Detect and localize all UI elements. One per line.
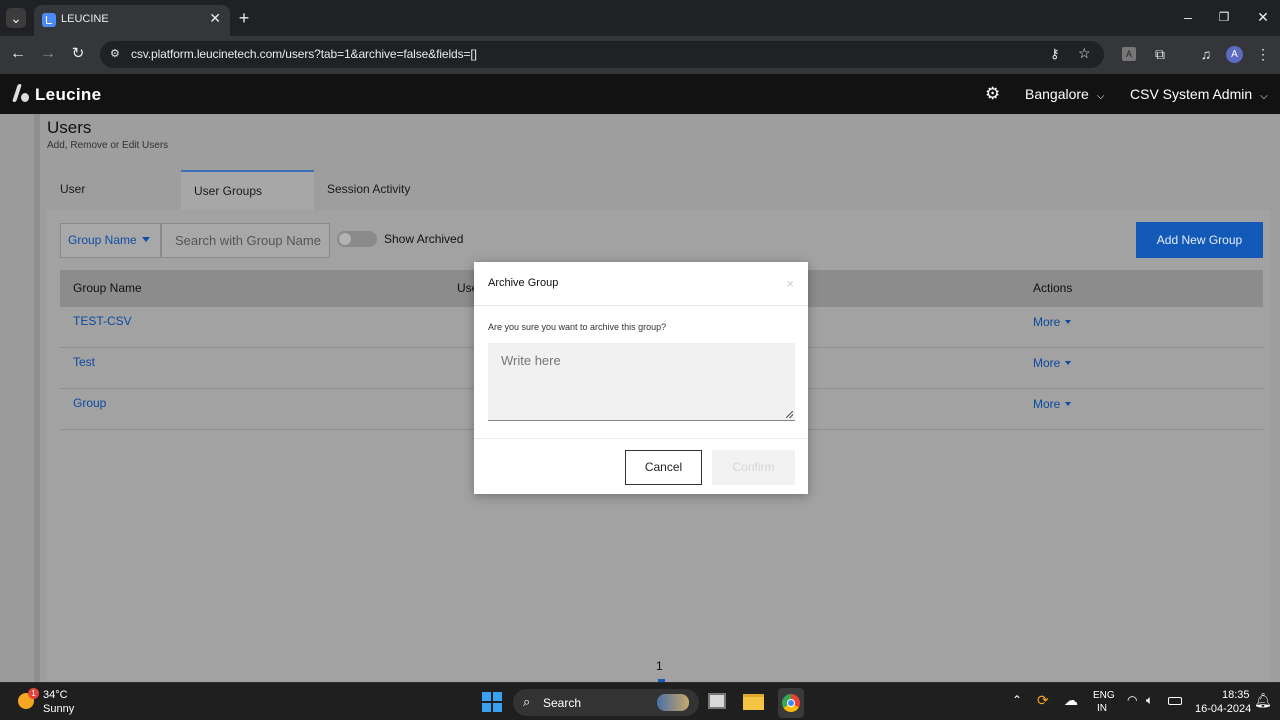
onedrive-cloud-icon[interactable]: ☁ [1064, 692, 1078, 709]
location-selector[interactable]: Bangalore ⌵ [1025, 86, 1104, 102]
group-name-link[interactable]: Group [73, 396, 106, 410]
clock-date[interactable]: 16-04-2024 [1195, 703, 1251, 715]
group-search-input[interactable]: Search with Group Name [161, 223, 330, 258]
restore-window-icon[interactable]: ❐ [1214, 7, 1234, 27]
password-key-icon[interactable]: ⚷ [1050, 46, 1060, 62]
chevron-down-icon: ⌵ [1096, 91, 1105, 102]
user-name-label: CSV System Admin [1130, 86, 1253, 102]
cancel-button[interactable]: Cancel [625, 450, 702, 485]
weather-badge: 1 [28, 688, 39, 699]
url-text: csv.platform.leucinetech.com/users?tab=1… [131, 47, 477, 61]
wifi-icon[interactable]: ◠ [1127, 693, 1137, 707]
show-archived-label: Show Archived [384, 232, 464, 246]
group-name-link[interactable]: TEST-CSV [73, 314, 132, 328]
new-tab-icon[interactable]: + [234, 8, 254, 28]
taskbar-search-box[interactable]: ⌕ Search [513, 689, 699, 716]
language-indicator-line1[interactable]: ENG [1093, 690, 1115, 701]
site-info-icon[interactable]: ⚙ [110, 47, 120, 60]
translate-extension-icon[interactable]: A [1122, 47, 1136, 61]
chrome-icon-center [787, 699, 795, 707]
tab-search-dropdown-icon[interactable]: ⌄ [6, 8, 26, 28]
tab-session-activity[interactable]: Session Activity [314, 170, 454, 210]
minimize-window-icon[interactable]: – [1178, 7, 1198, 27]
side-nav-collapsed [0, 114, 40, 682]
archive-group-modal: Archive Group × Are you sure you want to… [474, 262, 808, 494]
textarea-placeholder: Write here [501, 353, 561, 368]
sync-icon[interactable]: ⟳ [1037, 692, 1049, 709]
close-icon[interactable]: × [786, 276, 794, 291]
language-indicator-line2[interactable]: IN [1097, 703, 1107, 714]
windows-start-icon[interactable] [482, 692, 502, 712]
settings-gear-icon[interactable]: ⚙ [985, 84, 1000, 104]
chrome-menu-icon[interactable]: ⋮ [1256, 44, 1270, 64]
chrome-taskbar-button[interactable] [778, 688, 804, 718]
address-bar[interactable]: ⚙ csv.platform.leucinetech.com/users?tab… [100, 41, 1104, 68]
close-window-icon[interactable]: ✕ [1253, 7, 1273, 27]
weather-temp[interactable]: 34°C [43, 689, 68, 701]
column-header-group-name: Group Name [73, 281, 142, 295]
row-more-actions[interactable]: More [1033, 315, 1071, 329]
leucine-logo-icon [12, 84, 29, 103]
browser-tab-title: LEUCINE [61, 13, 109, 25]
logo-text: Leucine [35, 85, 102, 104]
show-archived-toggle[interactable] [337, 231, 377, 247]
tab-user-groups[interactable]: User Groups [181, 170, 314, 210]
weather-desc[interactable]: Sunny [43, 703, 74, 715]
bookmark-star-icon[interactable]: ☆ [1078, 45, 1091, 62]
archive-reason-textarea[interactable]: Write here [488, 343, 795, 421]
tab-user[interactable]: User [47, 170, 181, 210]
row-more-actions[interactable]: More [1033, 356, 1071, 370]
location-label: Bangalore [1025, 86, 1089, 102]
group-name-link[interactable]: Test [73, 355, 95, 369]
modal-question: Are you sure you want to archive this gr… [488, 322, 667, 332]
reload-icon[interactable]: ↻ [68, 44, 88, 64]
show-hidden-icons-chevron-icon[interactable]: ⌃ [1012, 693, 1022, 707]
page-title: Users [47, 118, 92, 137]
resize-grip-icon[interactable] [786, 411, 793, 418]
notification-bell-icon[interactable]: 🔔︎ [1254, 692, 1272, 709]
extensions-puzzle-icon[interactable]: ⧉ [1150, 44, 1170, 64]
modal-header: Archive Group × [474, 262, 808, 306]
app-logo[interactable]: Leucine [12, 84, 101, 105]
taskbar-search-label: Search [543, 696, 582, 710]
user-menu[interactable]: CSV System Admin ⌵ [1130, 86, 1268, 102]
volume-icon[interactable]: 🔈︎ [1146, 693, 1153, 708]
chevron-down-icon: ⌵ [1260, 91, 1268, 102]
browser-tab[interactable]: LEUCINE ✕ [34, 5, 230, 36]
clock-time[interactable]: 18:35 [1222, 689, 1250, 701]
row-more-actions[interactable]: More [1033, 397, 1071, 411]
confirm-button[interactable]: Confirm [712, 450, 795, 485]
battery-icon[interactable] [1168, 697, 1182, 705]
close-tab-icon[interactable]: ✕ [209, 10, 221, 27]
search-icon: ⌕ [523, 694, 531, 709]
task-view-icon[interactable] [708, 693, 726, 709]
media-control-icon[interactable]: ♫ [1196, 44, 1216, 64]
modal-title: Archive Group [488, 277, 559, 289]
page-subtitle: Add, Remove or Edit Users [47, 140, 169, 151]
pagination-current-page[interactable]: 1 [656, 659, 663, 673]
search-highlight-icon [657, 694, 689, 711]
leucine-favicon-icon [42, 13, 56, 27]
search-field-select-value: Group Name [68, 233, 137, 247]
file-explorer-icon[interactable] [743, 694, 764, 710]
caret-down-icon [141, 237, 150, 242]
search-field-select[interactable]: Group Name [60, 223, 161, 258]
profile-avatar[interactable]: A [1226, 46, 1243, 63]
add-new-group-button[interactable]: Add New Group [1136, 222, 1263, 258]
modal-footer-divider [474, 438, 808, 439]
column-header-actions: Actions [1033, 281, 1073, 295]
back-icon[interactable]: ← [8, 44, 28, 64]
forward-icon[interactable]: → [38, 44, 58, 64]
